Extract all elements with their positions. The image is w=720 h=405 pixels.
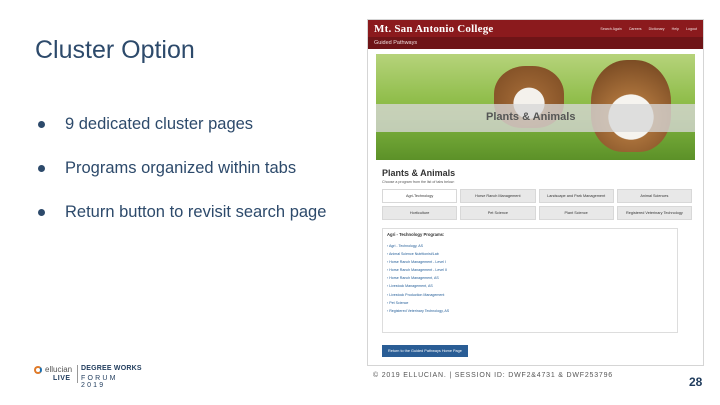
hero-banner: Plants & Animals (376, 54, 695, 160)
slide-title: Cluster Option (35, 36, 195, 64)
tab-animal-sciences[interactable]: Animal Sciences (616, 189, 692, 203)
bullet-text: Programs organized within tabs (65, 158, 297, 177)
program-link[interactable]: › Horse Ranch Management, AS (387, 276, 673, 284)
choose-instructions: Choose a program from the list of tabs b… (382, 180, 455, 184)
subnav-bar: Guided Pathways (368, 37, 703, 49)
program-link[interactable]: › Livestock Management, AS (387, 284, 673, 292)
page-number: 28 (689, 375, 703, 389)
program-link[interactable]: › Pet Science (387, 301, 673, 309)
logo-live-text: LIVE (53, 375, 71, 382)
bullet-dot-icon (38, 164, 45, 172)
program-tabs: Agri-Technology Horse Ranch Management L… (382, 189, 692, 220)
tab-agri-technology[interactable]: Agri-Technology (382, 189, 458, 203)
bullet-item: 9 dedicated cluster pages (38, 113, 326, 135)
college-logo-text: Mt. San Antonio College (374, 22, 494, 35)
website-screenshot: Mt. San Antonio College Search Again Car… (367, 19, 704, 366)
tab-landscape-park-management[interactable]: Landscape and Park Management (538, 189, 614, 203)
header-link-help[interactable]: Help (672, 27, 679, 31)
footer-copyright: © 2019 ELLUCIAN. | SESSION ID: DWF2&4731… (373, 372, 613, 379)
ellucian-logo-icon (34, 366, 42, 374)
bullet-item: Programs organized within tabs (38, 157, 326, 179)
header-link-logout[interactable]: Logout (686, 27, 697, 31)
program-link[interactable]: › Registered Veterinary Technology, AS (387, 309, 673, 317)
program-list-panel: Agri - Technology Programs: › Agri - Tec… (382, 228, 678, 333)
ellucian-live-logo: ellucian LIVE DEGREE WORKS FORUM 2019 (34, 365, 144, 389)
bullet-text: Return button to revisit search page (65, 202, 327, 221)
header-link-careers[interactable]: Careers (629, 27, 642, 31)
program-link[interactable]: › Livestock Production Management (387, 293, 673, 301)
subnav-guided-pathways[interactable]: Guided Pathways (374, 40, 417, 46)
hero-title: Plants & Animals (486, 111, 576, 123)
program-link[interactable]: › Animal Science Nutritionist/Lab (387, 252, 673, 260)
cluster-heading: Plants & Animals (382, 168, 456, 178)
bullet-item: Return button to revisit search page (38, 201, 326, 223)
bullet-text: 9 dedicated cluster pages (65, 114, 254, 133)
return-button[interactable]: Return to the Guided Pathways Home Page (382, 345, 468, 357)
tab-horse-ranch-management[interactable]: Horse Ranch Management (460, 189, 536, 203)
tab-horticulture[interactable]: Horticulture (382, 206, 458, 220)
bullet-dot-icon (38, 120, 45, 128)
college-header: Mt. San Antonio College Search Again Car… (368, 20, 703, 37)
program-link[interactable]: › Agri - Technology, AS (387, 244, 673, 252)
logo-ellucian-text: ellucian (45, 365, 73, 374)
header-link-dictionary[interactable]: Dictionary (649, 27, 665, 31)
logo-degreeworks-text: DEGREE WORKS (81, 365, 142, 372)
program-link[interactable]: › Horse Ranch Management - Level I (387, 260, 673, 268)
cluster-content: Plants & Animals Choose a program from t… (368, 160, 703, 357)
header-link-search[interactable]: Search Again (600, 27, 621, 31)
bullet-list: 9 dedicated cluster pages Programs organ… (38, 113, 326, 245)
logo-forum-text: FORUM 2019 (81, 375, 118, 389)
logo-divider (77, 365, 78, 383)
program-list-heading: Agri - Technology Programs: (387, 232, 445, 237)
program-link[interactable]: › Horse Ranch Management - Level II (387, 268, 673, 276)
bullet-dot-icon (38, 208, 45, 216)
tab-plant-science[interactable]: Plant Science (538, 206, 614, 220)
header-links: Search Again Careers Dictionary Help Log… (600, 27, 697, 31)
tab-registered-veterinary-technology[interactable]: Registered Veterinary Technology (616, 206, 692, 220)
tab-pet-science[interactable]: Pet Science (460, 206, 536, 220)
